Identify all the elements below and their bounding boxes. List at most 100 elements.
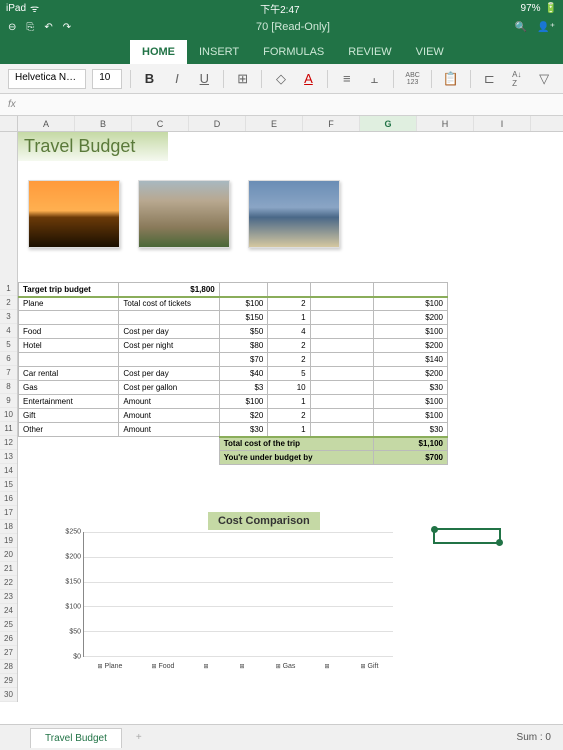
row-24[interactable]: 24: [0, 604, 17, 618]
col-B[interactable]: B: [75, 116, 132, 131]
borders-icon[interactable]: ⊞: [232, 68, 253, 90]
row-30[interactable]: 30: [0, 688, 17, 702]
fill-color-icon[interactable]: ◇: [270, 68, 291, 90]
row-27[interactable]: 27: [0, 646, 17, 660]
tab-review[interactable]: REVIEW: [336, 40, 403, 64]
row-14[interactable]: 14: [0, 464, 17, 478]
image-sunset[interactable]: [28, 180, 120, 248]
col-G[interactable]: G: [360, 116, 417, 131]
sheet-tab-active[interactable]: Travel Budget: [30, 728, 122, 748]
row-21[interactable]: 21: [0, 562, 17, 576]
underline-button[interactable]: U: [194, 68, 215, 90]
selected-cell[interactable]: [433, 528, 501, 544]
font-select[interactable]: Helvetica Neue: [8, 69, 86, 89]
under-budget-value[interactable]: $700: [374, 451, 448, 465]
table-row[interactable]: Other Amount $30 1 $30: [19, 423, 448, 437]
row-7[interactable]: 7: [0, 366, 17, 380]
search-icon[interactable]: 🔍: [515, 22, 527, 33]
file-icon[interactable]: ⎘: [26, 22, 34, 33]
row-19[interactable]: 19: [0, 534, 17, 548]
row-18[interactable]: 18: [0, 520, 17, 534]
sort-filter-icon[interactable]: A↓Z: [506, 68, 527, 90]
col-F[interactable]: F: [303, 116, 360, 131]
table-row[interactable]: $150 1 $200: [19, 311, 448, 325]
number-format-icon[interactable]: ABC123: [402, 68, 423, 90]
row-16[interactable]: 16: [0, 492, 17, 506]
redo-icon[interactable]: ↷: [63, 22, 71, 33]
table-row[interactable]: Plane Total cost of tickets $100 2 $100: [19, 297, 448, 311]
clock: 下午2:47: [260, 1, 299, 16]
row-5[interactable]: 5: [0, 338, 17, 352]
col-A[interactable]: A: [18, 116, 75, 131]
under-budget-label[interactable]: You're under budget by: [219, 451, 373, 465]
row-3[interactable]: 3: [0, 310, 17, 324]
row-13[interactable]: 13: [0, 450, 17, 464]
col-E[interactable]: E: [246, 116, 303, 131]
cell-styles-icon[interactable]: 📋: [440, 68, 461, 90]
font-size-select[interactable]: 10: [92, 69, 122, 89]
title-cell[interactable]: Travel Budget: [18, 132, 168, 161]
col-D[interactable]: D: [189, 116, 246, 131]
sheet-content[interactable]: Travel Budget Target trip budget $1,800 …: [18, 132, 563, 702]
row-20[interactable]: 20: [0, 548, 17, 562]
add-sheet-button[interactable]: +: [126, 728, 152, 747]
selection-handle-tl[interactable]: [431, 526, 438, 533]
x-axis-label: Food: [151, 660, 174, 672]
select-all-corner[interactable]: [0, 116, 18, 131]
image-building[interactable]: [138, 180, 230, 248]
row-28[interactable]: 28: [0, 660, 17, 674]
selection-handle-br[interactable]: [496, 539, 503, 546]
share-icon[interactable]: 👤⁺: [537, 22, 555, 33]
chart-title[interactable]: Cost Comparison: [208, 512, 320, 530]
table-row[interactable]: Gas Cost per gallon $3 10 $30: [19, 381, 448, 395]
target-budget-label[interactable]: Target trip budget: [19, 283, 119, 297]
table-row[interactable]: Car rental Cost per day $40 5 $200: [19, 367, 448, 381]
formula-bar[interactable]: fx: [0, 94, 563, 116]
budget-table[interactable]: Target trip budget $1,800 Plane Total co…: [18, 282, 448, 465]
image-coast[interactable]: [248, 180, 340, 248]
total-cost-label[interactable]: Total cost of the trip: [219, 437, 373, 451]
x-axis-label: Gift: [361, 660, 379, 672]
row-6[interactable]: 6: [0, 352, 17, 366]
tab-formulas[interactable]: FORMULAS: [251, 40, 336, 64]
chart[interactable]: $0$50$100$150$200$250 PlaneFoodGasGift: [53, 532, 393, 672]
tab-insert[interactable]: INSERT: [187, 40, 251, 64]
row-9[interactable]: 9: [0, 394, 17, 408]
x-axis-label: [324, 660, 331, 672]
bold-button[interactable]: B: [139, 68, 160, 90]
row-11[interactable]: 11: [0, 422, 17, 436]
row-8[interactable]: 8: [0, 380, 17, 394]
table-row[interactable]: Hotel Cost per night $80 2 $200: [19, 339, 448, 353]
row-23[interactable]: 23: [0, 590, 17, 604]
row-10[interactable]: 10: [0, 408, 17, 422]
col-H[interactable]: H: [417, 116, 474, 131]
merge-icon[interactable]: ⫠: [364, 68, 385, 90]
row-29[interactable]: 29: [0, 674, 17, 688]
table-row[interactable]: Entertainment Amount $100 1 $100: [19, 395, 448, 409]
col-C[interactable]: C: [132, 116, 189, 131]
total-cost-value[interactable]: $1,100: [374, 437, 448, 451]
target-budget-value[interactable]: $1,800: [119, 283, 219, 297]
row-4[interactable]: 4: [0, 324, 17, 338]
row-2[interactable]: 2: [0, 296, 17, 310]
insert-cells-icon[interactable]: ⊏: [479, 68, 500, 90]
col-I[interactable]: I: [474, 116, 531, 131]
table-row[interactable]: Gift Amount $20 2 $100: [19, 409, 448, 423]
row-15[interactable]: 15: [0, 478, 17, 492]
italic-button[interactable]: I: [166, 68, 187, 90]
filter-icon[interactable]: ▽: [533, 68, 554, 90]
tab-home[interactable]: HOME: [130, 40, 187, 64]
align-icon[interactable]: ≡: [336, 68, 357, 90]
undo-icon[interactable]: ↶: [44, 22, 52, 33]
back-icon[interactable]: ⊖: [8, 22, 16, 33]
font-color-icon[interactable]: A: [298, 68, 319, 90]
row-12[interactable]: 12: [0, 436, 17, 450]
row-26[interactable]: 26: [0, 632, 17, 646]
row-25[interactable]: 25: [0, 618, 17, 632]
table-row[interactable]: $70 2 $140: [19, 353, 448, 367]
row-1[interactable]: 1: [0, 282, 17, 296]
table-row[interactable]: Food Cost per day $50 4 $100: [19, 325, 448, 339]
row-22[interactable]: 22: [0, 576, 17, 590]
tab-view[interactable]: VIEW: [404, 40, 456, 64]
row-17[interactable]: 17: [0, 506, 17, 520]
